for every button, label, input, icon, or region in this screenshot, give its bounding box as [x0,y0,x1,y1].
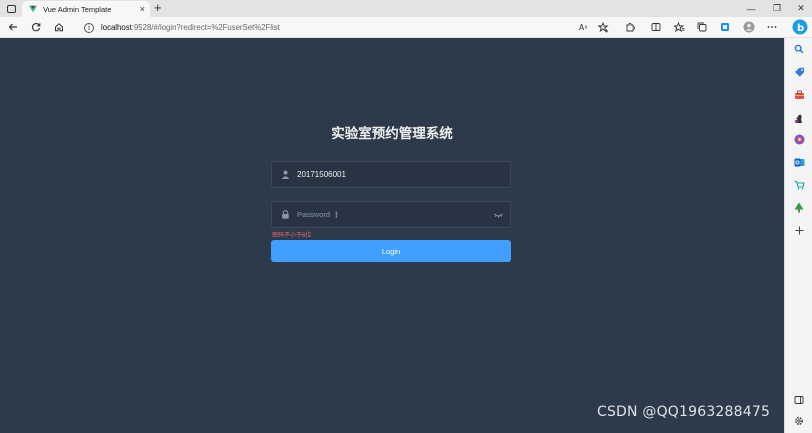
shopping-icon[interactable] [793,179,805,191]
collections-icon[interactable] [694,19,710,35]
url-path: :9528/#/login?redirect=%2FuserSet%2Flist [131,23,280,32]
login-page: 实验室预约管理系统 20171506001 Password I 密码不小于6位… [0,38,784,433]
browser-tabstrip: Vue Admin Template × + — ❐ ✕ [0,0,812,17]
add-icon[interactable] [793,224,805,236]
home-icon[interactable] [51,19,67,35]
vue-favicon-icon [29,5,37,13]
tag-icon[interactable] [793,66,805,78]
minimize-button[interactable]: — [738,0,764,17]
page-title: 实验室预约管理系统 [331,126,453,142]
back-icon[interactable] [5,19,21,35]
close-window-button[interactable]: ✕ [788,0,812,17]
add-favorite-icon[interactable] [595,19,611,35]
outlook-icon[interactable] [793,156,805,168]
toolbox-icon[interactable] [793,89,805,101]
new-tab-button[interactable]: + [154,1,162,15]
more-icon[interactable] [764,19,780,35]
refresh-icon[interactable] [28,19,44,35]
restore-button[interactable]: ❐ [764,0,790,17]
text-cursor-icon: I [334,209,338,220]
url-host: localhost [101,23,132,32]
split-screen-icon[interactable] [648,19,664,35]
browser-toolbar: i localhost:9528/#/login?redirect=%2Fuse… [0,17,812,38]
read-aloud-icon[interactable]: A [576,19,592,35]
svg-text:b: b [797,23,804,34]
eye-closed-icon[interactable] [494,211,503,219]
svg-text:A: A [579,23,585,32]
extensions-icon[interactable] [622,19,638,35]
lock-icon [280,210,290,220]
password-error-message: 密码不小于6位 [272,233,312,239]
address-bar[interactable]: i localhost:9528/#/login?redirect=%2Fuse… [75,19,615,36]
favorites-icon[interactable] [671,19,687,35]
info-icon[interactable]: i [84,22,94,33]
profile-icon[interactable] [741,19,757,35]
office-icon[interactable] [793,133,805,145]
browser-tab[interactable]: Vue Admin Template × [22,1,150,17]
username-field[interactable]: 20171506001 [271,161,511,188]
chess-icon[interactable] [793,112,805,124]
user-icon [280,170,290,180]
search-icon[interactable] [793,43,805,55]
password-placeholder: Password [297,210,330,219]
bing-icon[interactable]: b [791,18,809,36]
tree-icon[interactable] [793,201,805,213]
settings-icon[interactable] [793,415,805,427]
tab-close-button[interactable]: × [140,4,145,14]
password-field[interactable]: Password I [271,201,511,228]
login-button[interactable]: Login [271,240,511,262]
edge-sidebar [784,38,812,433]
watermark-text: CSDN @QQ1963288475 [597,404,771,420]
username-value: 20171506001 [297,170,346,179]
sidebar-toggle-icon[interactable] [793,394,805,406]
tab-actions-icon[interactable] [4,2,18,15]
tab-title: Vue Admin Template [43,4,112,14]
screenshot-icon[interactable] [717,19,733,35]
